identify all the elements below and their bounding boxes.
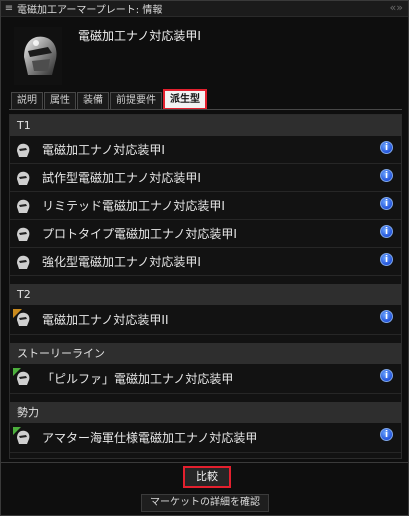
armor-plate-icon bbox=[17, 255, 30, 269]
info-icon[interactable]: i bbox=[380, 428, 393, 441]
list-item[interactable]: リミテッド電磁加工ナノ対応装甲I i bbox=[10, 192, 401, 220]
list-item-label: リミテッド電磁加工ナノ対応装甲I bbox=[42, 199, 225, 213]
list-item-label: 電磁加工ナノ対応装甲II bbox=[42, 313, 169, 327]
item-name: 電磁加工ナノ対応装甲I bbox=[78, 29, 201, 43]
info-icon[interactable]: i bbox=[380, 169, 393, 182]
info-window: ≡ 電磁加工アーマープレート: 情報 «» 電磁加工ナノ対応装甲I 説明 属性 … bbox=[0, 0, 409, 516]
footer-divider bbox=[1, 462, 408, 463]
list-item-label: 試作型電磁加工ナノ対応装甲I bbox=[42, 171, 201, 185]
list-item[interactable]: プロトタイプ電磁加工ナノ対応装甲I i bbox=[10, 220, 401, 248]
info-icon[interactable]: i bbox=[380, 225, 393, 238]
armor-plate-icon bbox=[17, 199, 30, 213]
info-icon[interactable]: i bbox=[380, 253, 393, 266]
info-icon[interactable]: i bbox=[380, 310, 393, 323]
armor-plate-tech2-icon bbox=[13, 309, 30, 326]
group-header-faction: 勢力 bbox=[10, 402, 401, 423]
armor-plate-faction-icon bbox=[13, 427, 30, 444]
tab-description[interactable]: 説明 bbox=[11, 92, 43, 109]
compare-button[interactable]: 比較 bbox=[183, 466, 231, 488]
item-header: 電磁加工ナノ対応装甲I bbox=[1, 18, 408, 93]
list-item[interactable]: 電磁加工ナノ対応装甲II i bbox=[10, 305, 401, 335]
armor-plate-icon bbox=[17, 227, 30, 241]
tab-fitting[interactable]: 装備 bbox=[77, 92, 109, 109]
list-item[interactable]: 「ピルファ」電磁加工ナノ対応装甲 i bbox=[10, 364, 401, 394]
title-bar[interactable]: ≡ 電磁加工アーマープレート: 情報 «» bbox=[1, 1, 408, 17]
armor-plate-icon bbox=[14, 27, 62, 85]
armor-plate-icon bbox=[17, 171, 30, 185]
variations-list: T1 電磁加工ナノ対応装甲I i 試作型電磁加工ナノ対応装甲I i リミテッド電… bbox=[9, 114, 402, 459]
list-item-label: 電磁加工ナノ対応装甲I bbox=[42, 143, 165, 157]
list-item-label: プロトタイプ電磁加工ナノ対応装甲I bbox=[42, 227, 237, 241]
tab-divider bbox=[9, 109, 402, 110]
info-icon[interactable]: i bbox=[380, 197, 393, 210]
armor-plate-storyline-icon bbox=[13, 368, 30, 385]
group-header-t2: T2 bbox=[10, 284, 401, 305]
list-item-label: アマター海軍仕様電磁加工ナノ対応装甲 bbox=[42, 431, 258, 445]
list-item[interactable]: 強化型電磁加工ナノ対応装甲I i bbox=[10, 248, 401, 276]
armor-plate-icon bbox=[17, 143, 30, 157]
group-header-t1: T1 bbox=[10, 115, 401, 136]
tab-attributes[interactable]: 属性 bbox=[44, 92, 76, 109]
market-details-button[interactable]: マーケットの詳細を確認 bbox=[141, 494, 269, 512]
menu-icon[interactable]: ≡ bbox=[1, 1, 17, 17]
window-title: 電磁加工アーマープレート: 情報 bbox=[17, 5, 163, 16]
list-item[interactable]: アマター海軍仕様電磁加工ナノ対応装甲 i bbox=[10, 423, 401, 453]
tab-bar: 説明 属性 装備 前提要件 派生型 bbox=[11, 89, 207, 110]
list-item-label: 強化型電磁加工ナノ対応装甲I bbox=[42, 255, 201, 269]
list-item[interactable]: 試作型電磁加工ナノ対応装甲I i bbox=[10, 164, 401, 192]
info-icon[interactable]: i bbox=[380, 369, 393, 382]
tab-variations[interactable]: 派生型 bbox=[163, 89, 207, 110]
list-item-label: 「ピルファ」電磁加工ナノ対応装甲 bbox=[42, 372, 234, 386]
group-header-storyline: ストーリーライン bbox=[10, 343, 401, 364]
collapse-icon[interactable]: «» bbox=[390, 1, 403, 14]
info-icon[interactable]: i bbox=[380, 141, 393, 154]
list-item[interactable]: 電磁加工ナノ対応装甲I i bbox=[10, 136, 401, 164]
tab-requirements[interactable]: 前提要件 bbox=[110, 92, 162, 109]
